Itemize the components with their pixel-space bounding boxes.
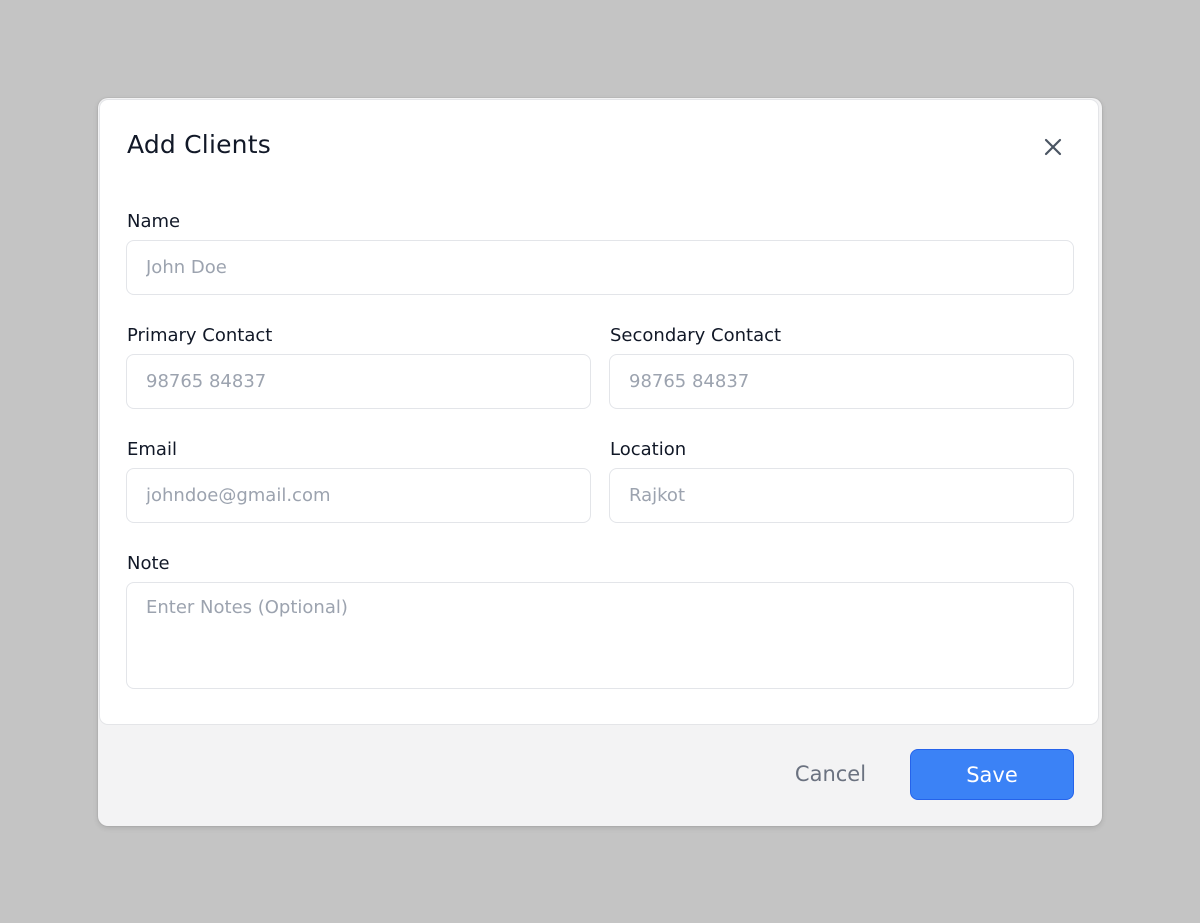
- email-label: Email: [127, 439, 177, 460]
- close-button[interactable]: [1038, 132, 1068, 162]
- primary-contact-label: Primary Contact: [127, 325, 273, 346]
- cancel-button[interactable]: Cancel: [778, 748, 883, 800]
- save-button[interactable]: Save: [910, 749, 1074, 800]
- dialog-title: Add Clients: [127, 130, 271, 159]
- location-label: Location: [610, 439, 687, 460]
- location-input[interactable]: [609, 468, 1074, 523]
- secondary-contact-input[interactable]: [609, 354, 1074, 409]
- primary-contact-input[interactable]: [126, 354, 591, 409]
- email-input[interactable]: [126, 468, 591, 523]
- secondary-contact-label: Secondary Contact: [610, 325, 782, 346]
- add-clients-dialog: Add Clients Name Primary Contact Seconda…: [98, 98, 1102, 826]
- name-input[interactable]: [126, 240, 1074, 295]
- close-icon: [1044, 138, 1062, 156]
- note-label: Note: [127, 553, 170, 574]
- name-label: Name: [127, 211, 181, 232]
- note-textarea[interactable]: [126, 582, 1074, 689]
- dialog-body: Add Clients Name Primary Contact Seconda…: [100, 100, 1098, 724]
